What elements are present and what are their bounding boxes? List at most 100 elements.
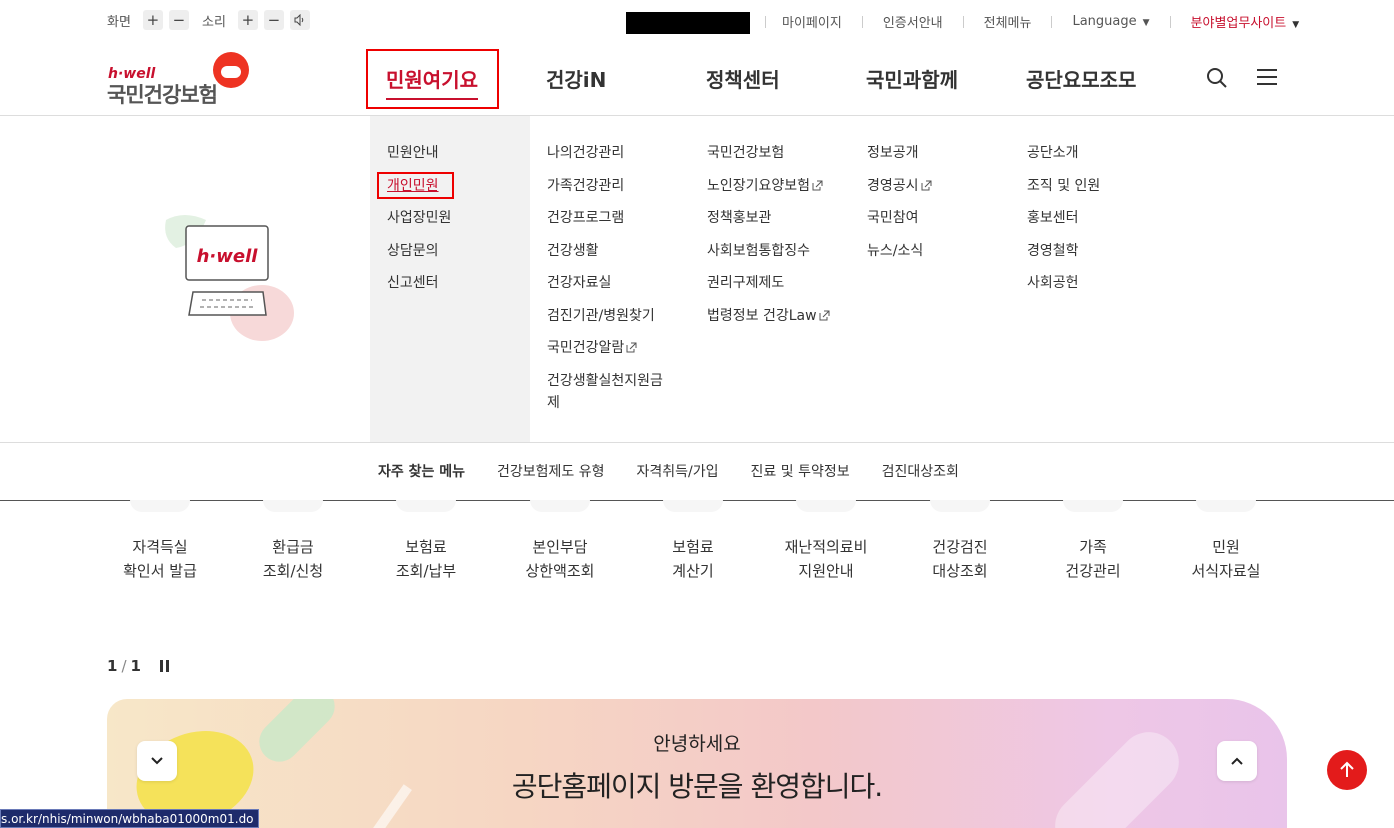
- quick-item-form-library[interactable]: 민원 서식자료실: [1166, 500, 1286, 583]
- external-link-icon: [921, 180, 932, 190]
- menu-item-health-incentive-wrap[interactable]: 제: [547, 393, 663, 413]
- quick-item-line1: 보험료: [672, 538, 714, 556]
- logo-name-text: 국민건강보험: [107, 83, 218, 107]
- quick-icon-bg: [396, 500, 456, 512]
- sound-up-button[interactable]: +: [237, 10, 258, 30]
- utility-links: 마이페이지 인증서안내 전체메뉴 Language ▼ 분야별업무사이트 ▼: [765, 12, 1299, 31]
- quick-icon-bg: [796, 500, 856, 512]
- frequent-link-enrollment[interactable]: 자격취득/가입: [637, 461, 719, 481]
- quick-item-refund[interactable]: 환급금 조회/신청: [233, 500, 353, 583]
- pager-current: 1: [107, 657, 118, 675]
- menu-column-minwon: 민원안내 개인민원 사업장민원 상담문의 신고센터: [387, 143, 451, 306]
- menu-item-policy-pr[interactable]: 정책홍보관: [707, 208, 830, 228]
- quick-item-family-health[interactable]: 가족 건강관리: [1033, 500, 1153, 583]
- mypage-link[interactable]: 마이페이지: [782, 12, 842, 31]
- nhis-logo[interactable]: h·well 국민건강보험: [107, 52, 252, 107]
- menu-item-health-law-label: 법령정보 건강Law: [707, 307, 817, 324]
- menu-item-health-life[interactable]: 건강생활: [547, 241, 663, 261]
- menu-item-rights-relief[interactable]: 권리구제제도: [707, 273, 830, 293]
- external-link-icon: [812, 180, 823, 190]
- divider: [1169, 15, 1171, 28]
- quick-item-checkup-target[interactable]: 건강검진 대상조회: [900, 500, 1020, 583]
- menu-column-with-citizens: 정보공개 경영공시 국민참여 뉴스/소식: [867, 143, 932, 273]
- screen-zoom-in-button[interactable]: +: [142, 10, 163, 30]
- certificate-guide-link[interactable]: 인증서안내: [883, 12, 943, 31]
- quick-item-line2: 대상조회: [932, 562, 988, 580]
- frequent-link-treatment-info[interactable]: 진료 및 투약정보: [751, 461, 850, 481]
- menu-item-my-health[interactable]: 나의건강관리: [547, 143, 663, 163]
- frequent-link-checkup-target[interactable]: 검진대상조회: [882, 461, 959, 481]
- sound-down-button[interactable]: −: [263, 10, 284, 30]
- mega-menu: h·well 민원안내 개인민원 사업장민원 상담문의 신고센터 나의건강관리 …: [0, 116, 1394, 443]
- pager-separator: /: [121, 657, 127, 675]
- quick-item-line2: 조회/신청: [262, 562, 324, 580]
- frequent-menu-list: 자주 찾는 메뉴 건강보험제도 유형 자격취득/가입 진료 및 투약정보 검진대…: [378, 461, 991, 481]
- menu-item-news[interactable]: 뉴스/소식: [867, 241, 932, 261]
- quick-item-premium-calculator[interactable]: 보험료 계산기: [633, 500, 753, 583]
- menu-item-pr-center[interactable]: 홍보센터: [1027, 208, 1100, 228]
- menu-item-health-alarm[interactable]: 국민건강알람: [547, 338, 663, 358]
- menu-item-organization[interactable]: 조직 및 인원: [1027, 176, 1100, 196]
- external-link-icon: [819, 310, 830, 320]
- hamburger-menu-icon[interactable]: [1256, 68, 1278, 86]
- pause-icon[interactable]: [159, 659, 171, 673]
- quick-item-copay-ceiling[interactable]: 본인부담상한액조회: [500, 500, 620, 583]
- menu-item-citizen-participation[interactable]: 국민참여: [867, 208, 932, 228]
- quick-item-line2: 건강관리: [1065, 562, 1121, 580]
- quick-item-line1: 재난적의료비: [784, 538, 868, 556]
- branch-sites-label: 분야별업무사이트: [1190, 16, 1287, 31]
- menu-item-health-incentive[interactable]: 건강생활실천지원금: [547, 371, 663, 391]
- screen-label: 화면: [107, 14, 131, 30]
- menu-item-management-disclosure[interactable]: 경영공시: [867, 176, 932, 196]
- scroll-to-top-button[interactable]: [1327, 750, 1367, 790]
- quick-item-line1: 민원: [1212, 538, 1240, 556]
- gnb-item-health-in[interactable]: 건강iN: [546, 64, 606, 93]
- browser-status-bar-url: s.or.kr/nhis/minwon/wbhaba01000m01.do: [0, 809, 259, 828]
- menu-item-workplace-minwon[interactable]: 사업장민원: [387, 208, 451, 228]
- frequent-link-insurance-types[interactable]: 건강보험제도 유형: [497, 461, 605, 481]
- illustration-hwell-text: h·well: [197, 246, 259, 267]
- chevron-up-icon[interactable]: [1217, 741, 1257, 781]
- quick-icon-bg: [1196, 500, 1256, 512]
- quick-item-line1: 보험료: [405, 538, 447, 556]
- menu-item-report-center[interactable]: 신고센터: [387, 273, 451, 293]
- menu-item-nhi[interactable]: 국민건강보험: [707, 143, 830, 163]
- quick-item-line1: 본인부담: [532, 538, 588, 556]
- search-icon[interactable]: [1205, 66, 1229, 90]
- quick-icon-bg: [263, 500, 323, 512]
- gnb-item-policy-center[interactable]: 정책센터: [706, 64, 780, 93]
- menu-item-minwon-guide[interactable]: 민원안내: [387, 143, 451, 163]
- menu-item-info-disclosure[interactable]: 정보공개: [867, 143, 932, 163]
- chevron-down-icon[interactable]: [137, 741, 177, 781]
- menu-item-integrated-collection[interactable]: 사회보험통합징수: [707, 241, 830, 261]
- menu-item-social-contribution[interactable]: 사회공헌: [1027, 273, 1100, 293]
- gnb-item-about[interactable]: 공단요모조모: [1026, 64, 1136, 93]
- quick-item-qualification-certificate[interactable]: 자격득실 확인서 발급: [100, 500, 220, 583]
- quick-icon-bg: [663, 500, 723, 512]
- speaker-icon[interactable]: [289, 10, 310, 30]
- menu-item-family-health[interactable]: 가족건강관리: [547, 176, 663, 196]
- gnb-item-with-citizens[interactable]: 국민과함께: [866, 64, 958, 93]
- sound-controls: 소리 + −: [202, 10, 310, 30]
- all-menu-link[interactable]: 전체메뉴: [984, 12, 1032, 31]
- language-select[interactable]: Language ▼: [1072, 14, 1149, 29]
- screen-zoom-controls: 화면 + −: [107, 10, 189, 30]
- mascot-icon: [213, 52, 249, 88]
- quick-item-line2: 상한액조회: [525, 562, 595, 580]
- quick-item-catastrophic-medical[interactable]: 재난적의료비 지원안내: [766, 500, 886, 583]
- banner-greeting: 안녕하세요: [653, 733, 741, 755]
- branch-sites-select[interactable]: 분야별업무사이트 ▼: [1191, 12, 1300, 31]
- menu-item-philosophy[interactable]: 경영철학: [1027, 241, 1100, 261]
- menu-item-about-nhis[interactable]: 공단소개: [1027, 143, 1100, 163]
- screen-zoom-out-button[interactable]: −: [168, 10, 189, 30]
- menu-item-health-library[interactable]: 건강자료실: [547, 273, 663, 293]
- quick-item-premium-payment[interactable]: 보험료 조회/납부: [366, 500, 486, 583]
- menu-item-ltc-insurance-label: 노인장기요양보험: [707, 177, 811, 194]
- menu-item-consultation[interactable]: 상담문의: [387, 241, 451, 261]
- menu-item-health-law[interactable]: 법령정보 건강Law: [707, 306, 830, 326]
- divider: [1051, 15, 1053, 28]
- menu-item-health-program[interactable]: 건강프로그램: [547, 208, 663, 228]
- quick-icon-bg: [1063, 500, 1123, 512]
- menu-item-ltc-insurance[interactable]: 노인장기요양보험: [707, 176, 830, 196]
- menu-item-hospital-finder[interactable]: 검진기관/병원찾기: [547, 306, 663, 326]
